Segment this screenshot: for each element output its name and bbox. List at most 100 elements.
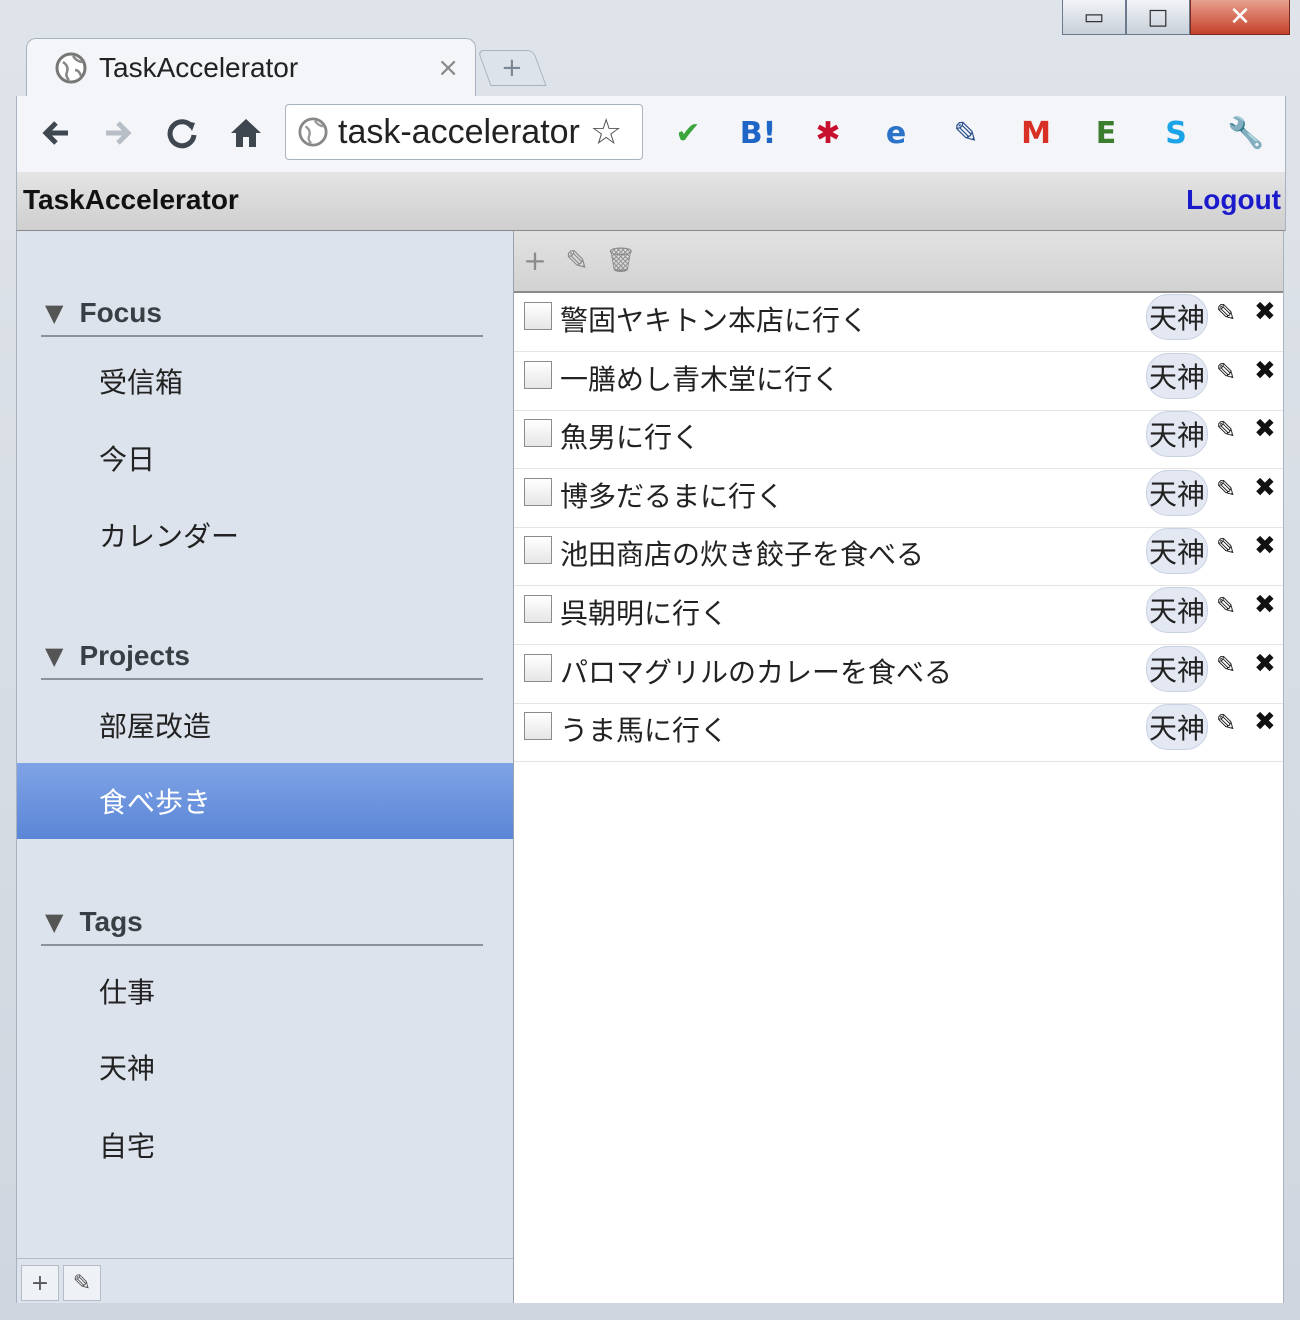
sidebar-item-label: 受信箱 bbox=[99, 366, 184, 399]
task-row[interactable]: 呉朝明に行く 天神 ✎ ✖ bbox=[514, 586, 1283, 645]
bookmark-star-icon[interactable]: ☆ bbox=[590, 112, 622, 153]
forward-button[interactable] bbox=[93, 108, 143, 158]
evernote-icon[interactable]: E bbox=[1083, 110, 1129, 156]
delete-x-icon[interactable]: ✖ bbox=[1254, 414, 1276, 444]
collapse-triangle-icon[interactable]: ▼ bbox=[45, 642, 63, 670]
browser-toolbar: task-accelerator ☆ ✔ B! ✱ e ✎ M E S 🔧 bbox=[16, 96, 1286, 172]
tag-badge[interactable]: 天神 bbox=[1146, 645, 1208, 692]
sidebar-item-today[interactable]: 今日 bbox=[17, 420, 513, 496]
collapse-triangle-icon[interactable]: ▼ bbox=[45, 299, 63, 327]
home-button[interactable] bbox=[221, 108, 271, 158]
section-header-projects[interactable]: ▼ Projects bbox=[41, 634, 483, 680]
tab-close-icon[interactable]: × bbox=[437, 53, 459, 83]
task-checkbox[interactable] bbox=[524, 595, 552, 623]
sidebar-item-calendar[interactable]: カレンダー bbox=[17, 497, 513, 573]
gmail-icon[interactable]: M bbox=[1013, 110, 1059, 156]
delete-x-icon[interactable]: ✖ bbox=[1254, 473, 1276, 503]
sidebar-item-tenjin[interactable]: 天神 bbox=[17, 1029, 513, 1105]
edit-task-icon[interactable]: ✎ bbox=[562, 243, 592, 277]
sidebar-item-food-tour[interactable]: 食べ歩き bbox=[17, 763, 513, 839]
tag-badge[interactable]: 天神 bbox=[1146, 587, 1208, 633]
sidebar-item-home[interactable]: 自宅 bbox=[17, 1107, 513, 1183]
pencil-icon[interactable]: ✎ bbox=[1216, 651, 1236, 679]
sidebar-item-label: 部屋改造 bbox=[99, 710, 212, 743]
wrench-icon[interactable]: 🔧 bbox=[1223, 110, 1269, 156]
hatena-bookmark-icon[interactable]: B! bbox=[735, 110, 781, 156]
logout-link[interactable]: Logout bbox=[1186, 184, 1281, 216]
delete-x-icon[interactable]: ✖ bbox=[1254, 707, 1276, 737]
tag-badge[interactable]: 天神 bbox=[1146, 294, 1208, 340]
sidebar-item-label: 天神 bbox=[99, 1052, 156, 1085]
pencil-icon[interactable]: ✎ bbox=[1216, 533, 1236, 561]
pencil-icon[interactable]: ✎ bbox=[1216, 416, 1236, 444]
tag-badge[interactable]: 天神 bbox=[1146, 528, 1208, 575]
section-header-focus[interactable]: ▼ Focus bbox=[41, 291, 483, 337]
task-title: 警固ヤキトン本店に行く bbox=[560, 304, 869, 337]
collapse-triangle-icon[interactable]: ▼ bbox=[45, 908, 63, 936]
pencil-icon[interactable]: ✎ bbox=[1216, 709, 1236, 737]
task-checkbox[interactable] bbox=[524, 653, 552, 682]
app-header: TaskAccelerator Logout bbox=[16, 172, 1286, 231]
reload-button[interactable] bbox=[157, 108, 207, 158]
task-row[interactable]: 魚男に行く 天神 ✎ ✖ bbox=[514, 410, 1283, 470]
task-checkbox[interactable] bbox=[524, 302, 552, 330]
sidebar: ▼ Focus 受信箱 今日 カレンダー ▼ Projects 部屋改造 食べ歩… bbox=[16, 231, 515, 1303]
add-task-icon[interactable]: + bbox=[520, 243, 550, 277]
sidebar-footer: + ✎ bbox=[17, 1258, 513, 1303]
delete-x-icon[interactable]: ✖ bbox=[1254, 356, 1276, 386]
pencil-icon[interactable]: ✎ bbox=[1216, 592, 1236, 620]
pencil-icon[interactable]: ✎ bbox=[1216, 475, 1236, 503]
browser-tab[interactable]: TaskAccelerator × bbox=[26, 38, 476, 97]
task-title: 池田商店の炊き餃子を食べる bbox=[560, 538, 925, 572]
section-title: Focus bbox=[79, 297, 162, 328]
task-toolbar: + ✎ 🗑 bbox=[514, 231, 1283, 293]
section-header-tags[interactable]: ▼ Tags bbox=[41, 900, 483, 946]
task-row[interactable]: うま馬に行く 天神 ✎ ✖ bbox=[514, 703, 1283, 763]
task-checkbox[interactable] bbox=[524, 419, 552, 448]
task-checkbox[interactable] bbox=[524, 360, 552, 389]
task-row[interactable]: 警固ヤキトン本店に行く 天神 ✎ ✖ bbox=[514, 293, 1283, 352]
task-title: 魚男に行く bbox=[560, 421, 701, 455]
sidebar-item-work[interactable]: 仕事 bbox=[17, 953, 513, 1029]
close-window-button[interactable]: ✕ bbox=[1190, 0, 1290, 35]
pencil-icon[interactable]: ✎ bbox=[1216, 358, 1236, 386]
sidebar-item-inbox[interactable]: 受信箱 bbox=[17, 343, 513, 419]
maximize-button[interactable]: □ bbox=[1126, 0, 1190, 35]
task-title: 一膳めし青木堂に行く bbox=[560, 362, 841, 396]
edit-list-button[interactable]: ✎ bbox=[63, 1265, 101, 1301]
sidebar-item-room-renovation[interactable]: 部屋改造 bbox=[17, 687, 513, 763]
task-row[interactable]: 池田商店の炊き餃子を食べる 天神 ✎ ✖ bbox=[514, 527, 1283, 587]
tag-badge[interactable]: 天神 bbox=[1146, 704, 1208, 751]
sidebar-item-label: 食べ歩き bbox=[99, 786, 212, 819]
new-tab-button[interactable]: + bbox=[477, 50, 547, 86]
delete-x-icon[interactable]: ✖ bbox=[1254, 297, 1276, 327]
url-text: task-accelerator bbox=[338, 112, 580, 151]
task-row[interactable]: 博多だるまに行く 天神 ✎ ✖ bbox=[514, 469, 1283, 528]
check-extension-icon[interactable]: ✔ bbox=[665, 110, 711, 156]
ie-tab-icon[interactable]: e bbox=[873, 110, 919, 156]
tag-badge[interactable]: 天神 bbox=[1146, 352, 1208, 399]
browser-window: ▭ □ ✕ TaskAccelerator × + task-accelerat… bbox=[0, 0, 1300, 1320]
reload-icon bbox=[167, 119, 197, 149]
add-list-button[interactable]: + bbox=[21, 1265, 59, 1301]
task-checkbox[interactable] bbox=[524, 536, 552, 565]
minimize-button[interactable]: ▭ bbox=[1062, 0, 1126, 35]
delete-x-icon[interactable]: ✖ bbox=[1254, 590, 1276, 620]
delete-x-icon[interactable]: ✖ bbox=[1254, 649, 1276, 679]
page-globe-icon bbox=[298, 117, 328, 147]
task-checkbox[interactable] bbox=[524, 477, 552, 506]
lastpass-icon[interactable]: ✱ bbox=[805, 110, 851, 156]
eyedropper-icon[interactable]: ✎ bbox=[943, 110, 989, 156]
task-checkbox[interactable] bbox=[524, 712, 552, 741]
task-row[interactable]: 一膳めし青木堂に行く 天神 ✎ ✖ bbox=[514, 352, 1283, 411]
back-button[interactable] bbox=[31, 108, 81, 158]
address-bar[interactable]: task-accelerator ☆ bbox=[285, 104, 643, 160]
trash-icon[interactable]: 🗑 bbox=[606, 243, 636, 277]
tag-badge[interactable]: 天神 bbox=[1146, 469, 1208, 516]
task-title: うま馬に行く bbox=[560, 714, 729, 748]
delete-x-icon[interactable]: ✖ bbox=[1254, 531, 1276, 561]
pencil-icon[interactable]: ✎ bbox=[1216, 299, 1236, 327]
skype-icon[interactable]: S bbox=[1153, 110, 1199, 156]
tag-badge[interactable]: 天神 bbox=[1146, 411, 1208, 458]
task-row[interactable]: パロマグリルのカレーを食べる 天神 ✎ ✖ bbox=[514, 645, 1283, 704]
